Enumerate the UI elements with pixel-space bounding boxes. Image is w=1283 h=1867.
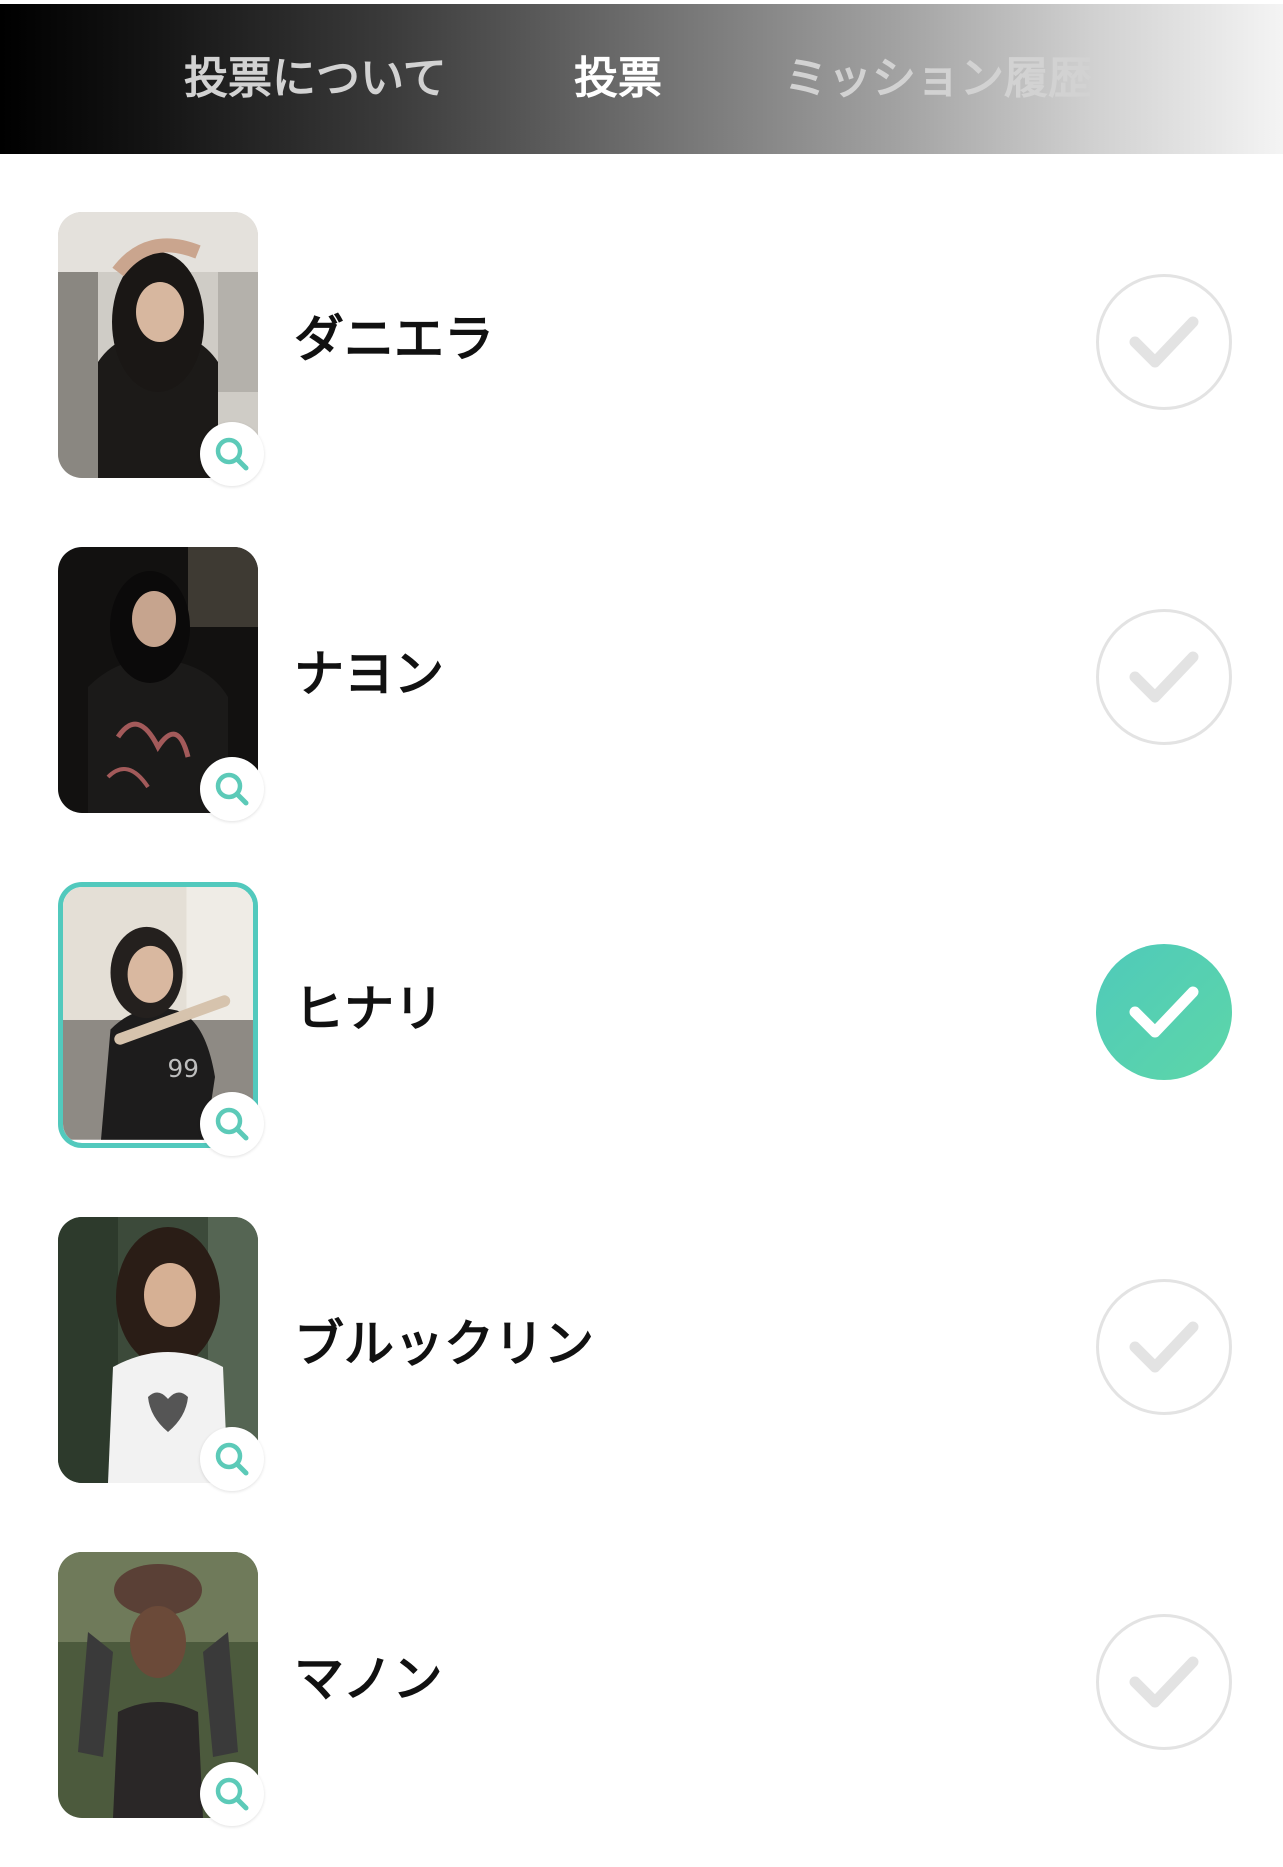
tab-vote[interactable]: 投票	[574, 4, 662, 154]
search-icon	[215, 772, 249, 806]
tab-bar: 投票について 投票 ミッション履歴	[0, 4, 1283, 154]
candidate-name: ヒナリ	[294, 980, 444, 1038]
checkmark-icon	[1129, 1321, 1199, 1373]
search-icon	[215, 1777, 249, 1811]
zoom-button[interactable]	[200, 1762, 264, 1826]
zoom-button[interactable]	[200, 1092, 264, 1156]
search-icon	[215, 1107, 249, 1141]
search-icon	[215, 1442, 249, 1476]
svg-text:99: 99	[167, 1054, 198, 1083]
vote-check-button[interactable]	[1096, 609, 1232, 745]
zoom-button[interactable]	[200, 757, 264, 821]
vote-check-button[interactable]	[1096, 944, 1232, 1080]
zoom-button[interactable]	[200, 422, 264, 486]
candidate-name: マノン	[294, 1650, 443, 1708]
candidate-row[interactable]: ブルックリン	[0, 1159, 1283, 1494]
checkmark-icon	[1129, 986, 1199, 1038]
tab-mission-history[interactable]: ミッション履歴	[784, 4, 1092, 154]
vote-check-button[interactable]	[1096, 274, 1232, 410]
tab-about-voting[interactable]: 投票について	[184, 4, 447, 154]
candidate-name: ナヨン	[294, 645, 444, 703]
checkmark-icon	[1129, 1656, 1199, 1708]
candidate-row[interactable]: ダニエラ	[0, 154, 1283, 489]
candidate-name: ダニエラ	[294, 310, 494, 368]
checkmark-icon	[1129, 651, 1199, 703]
vote-check-button[interactable]	[1096, 1279, 1232, 1415]
checkmark-icon	[1129, 316, 1199, 368]
candidate-row[interactable]: マノン	[0, 1494, 1283, 1829]
candidate-name: ブルックリン	[294, 1315, 594, 1373]
search-icon	[215, 437, 249, 471]
zoom-button[interactable]	[200, 1427, 264, 1491]
candidate-row[interactable]: ナヨン	[0, 489, 1283, 824]
vote-check-button[interactable]	[1096, 1614, 1232, 1750]
candidate-row[interactable]: 99 ヒナリ	[0, 824, 1283, 1159]
